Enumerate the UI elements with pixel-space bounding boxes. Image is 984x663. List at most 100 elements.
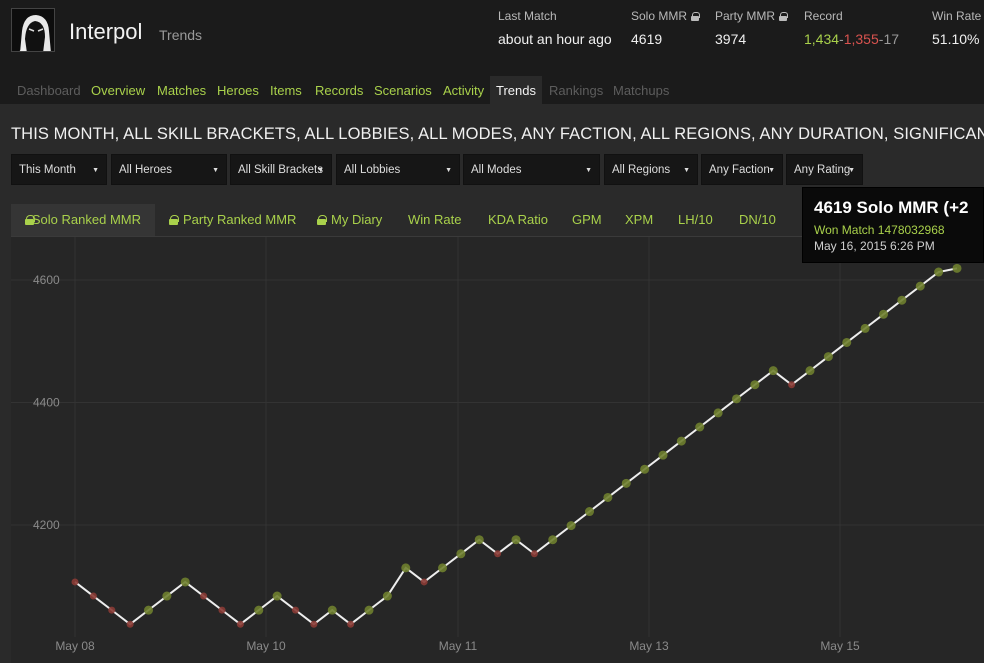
win-point[interactable] [272, 591, 282, 601]
nav-item-rankings[interactable]: Rankings [543, 76, 609, 104]
stat-label: Win Rate [932, 9, 982, 23]
win-point[interactable] [621, 478, 631, 488]
win-point[interactable] [474, 535, 484, 545]
loss-point[interactable] [218, 606, 226, 614]
nav-item-scenarios[interactable]: Scenarios [368, 76, 438, 104]
win-point[interactable] [603, 492, 613, 502]
win-point[interactable] [658, 450, 668, 460]
caret-down-icon: ▼ [212, 167, 219, 174]
win-point[interactable] [860, 323, 870, 333]
filter-mode-dropdown[interactable]: All Modes ▼ [463, 154, 600, 185]
win-point[interactable] [144, 605, 153, 615]
win-point[interactable] [750, 380, 760, 390]
nav-item-overview[interactable]: Overview [85, 76, 151, 104]
filter-rating-dropdown[interactable]: Any Rating ▼ [786, 154, 863, 185]
tab-my-diary[interactable]: My Diary [303, 204, 396, 236]
win-point[interactable] [511, 535, 521, 545]
nav-item-items[interactable]: Items [264, 76, 308, 104]
solo-mmr-value: 4619 [631, 31, 663, 47]
last-match-value[interactable]: about an hour ago [498, 31, 612, 47]
mmr-line-chart[interactable]: 4200 4400 4600 May 08 May 10 May 11 May 13 May … [11, 237, 984, 663]
record-wins: 1,434 [804, 31, 840, 47]
win-point[interactable] [823, 352, 833, 362]
loss-point[interactable] [108, 606, 116, 614]
tab-win-rate[interactable]: Win Rate [394, 204, 475, 236]
win-point[interactable] [695, 422, 705, 432]
x-tick-label: May 10 [246, 639, 286, 653]
loss-point[interactable] [236, 620, 244, 628]
dropdown-value: All Modes [471, 164, 522, 176]
loss-point[interactable] [420, 578, 428, 586]
tab-dn10[interactable]: DN/10 [725, 204, 790, 236]
win-point[interactable] [162, 591, 172, 601]
win-point[interactable] [842, 337, 852, 347]
win-point[interactable] [952, 263, 962, 273]
win-point[interactable] [382, 591, 392, 601]
tooltip-title: 4619 Solo MMR (+2 [814, 198, 969, 217]
win-point[interactable] [254, 605, 264, 615]
loss-point[interactable] [310, 620, 318, 628]
chart-tooltip: 4619 Solo MMR (+2 Won Match 1478032968 M… [802, 187, 984, 263]
loss-point[interactable] [89, 592, 97, 600]
win-point[interactable] [456, 549, 466, 559]
win-point[interactable] [585, 507, 594, 517]
party-mmr-value: 3974 [715, 31, 747, 47]
filter-skill-dropdown[interactable]: All Skill Brackets ▼ [230, 154, 332, 185]
win-point[interactable] [438, 563, 447, 573]
nav-item-records[interactable]: Records [309, 76, 369, 104]
tab-solo-ranked-mmr[interactable]: Solo Ranked MMR [11, 204, 155, 236]
loss-point[interactable] [71, 578, 79, 586]
tab-gpm[interactable]: GPM [558, 204, 616, 236]
win-point[interactable] [676, 436, 686, 446]
lock-icon [779, 11, 788, 21]
filter-date-dropdown[interactable]: This Month ▼ [11, 154, 107, 185]
loss-point[interactable] [200, 592, 208, 600]
loss-point[interactable] [347, 620, 355, 628]
record-losses: 1,355 [843, 31, 879, 47]
caret-down-icon: ▼ [585, 167, 592, 174]
nav-item-dashboard[interactable]: Dashboard [11, 76, 87, 104]
tab-lh10[interactable]: LH/10 [664, 204, 727, 236]
filter-region-dropdown[interactable]: All Regions ▼ [604, 154, 698, 185]
caret-down-icon: ▼ [683, 167, 690, 174]
caret-down-icon: ▼ [445, 167, 452, 174]
series-line [74, 267, 958, 626]
win-point[interactable] [897, 295, 907, 305]
profile-header: Interpol Trends Last Match about an hour… [0, 0, 984, 76]
loss-point[interactable] [530, 550, 538, 558]
loss-point[interactable] [788, 381, 796, 389]
tab-label: My Diary [331, 212, 383, 227]
tab-party-ranked-mmr[interactable]: Party Ranked MMR [155, 204, 310, 236]
win-point[interactable] [934, 267, 944, 277]
win-point[interactable] [640, 464, 650, 474]
filter-faction-dropdown[interactable]: Any Faction ▼ [701, 154, 783, 185]
win-point[interactable] [327, 605, 337, 615]
lock-icon [169, 214, 179, 225]
loss-point[interactable] [126, 620, 134, 628]
win-point[interactable] [879, 309, 888, 319]
lock-icon [25, 214, 35, 225]
avatar[interactable] [11, 8, 55, 52]
win-point[interactable] [180, 577, 190, 587]
win-point[interactable] [805, 366, 815, 376]
win-point[interactable] [713, 408, 723, 418]
loss-point[interactable] [292, 606, 299, 614]
nav-item-trends[interactable]: Trends [490, 76, 542, 104]
win-point[interactable] [548, 535, 558, 545]
win-point[interactable] [566, 521, 576, 531]
dropdown-value: All Lobbies [344, 164, 401, 176]
filter-hero-dropdown[interactable]: All Heroes ▼ [111, 154, 227, 185]
filter-lobby-dropdown[interactable]: All Lobbies ▼ [336, 154, 460, 185]
win-point[interactable] [401, 563, 411, 573]
nav-item-heroes[interactable]: Heroes [211, 76, 265, 104]
win-point[interactable] [915, 281, 925, 291]
win-point[interactable] [768, 366, 778, 376]
win-point[interactable] [364, 605, 374, 615]
tab-xpm[interactable]: XPM [611, 204, 667, 236]
nav-item-matchups[interactable]: Matchups [607, 76, 675, 104]
nav-item-matches[interactable]: Matches [151, 76, 212, 104]
nav-item-activity[interactable]: Activity [437, 76, 490, 104]
win-point[interactable] [732, 394, 741, 404]
loss-point[interactable] [494, 550, 502, 558]
tab-kda-ratio[interactable]: KDA Ratio [474, 204, 562, 236]
